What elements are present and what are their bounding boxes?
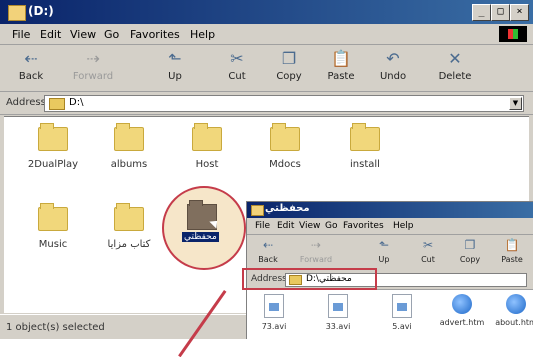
delete-x-icon: ✕ (448, 49, 462, 68)
inset-toolbar: ⇠ Back ⇢ Forward ⬑ Up ✂ Cut ❐ Copy 📋 Pas… (247, 235, 533, 272)
paste-icon: 📋 (504, 238, 520, 252)
chevron-down-icon[interactable]: ▼ (509, 97, 522, 110)
scissors-icon: ✂ (230, 49, 244, 68)
file-item[interactable]: about.htm (491, 294, 533, 327)
address-label: Address (6, 97, 46, 108)
up-button[interactable]: ⬑ Up (367, 237, 401, 267)
back-button[interactable]: ⇠ Back (251, 237, 285, 267)
menu-bar: File Edit View Go Favorites Help (0, 24, 533, 45)
folder-icon (251, 205, 264, 216)
drive-icon (8, 5, 26, 21)
close-button[interactable]: × (510, 4, 529, 21)
cut-button[interactable]: ✂ Cut (214, 49, 260, 87)
folder-icon (38, 203, 68, 231)
folder-icon (270, 123, 300, 151)
up-button[interactable]: ⬑ Up (152, 49, 198, 87)
menu-help[interactable]: Help (190, 28, 215, 41)
folder-item[interactable]: install (334, 123, 396, 170)
folder-icon (114, 123, 144, 151)
back-arrow-icon: ⇠ (24, 49, 38, 68)
forward-arrow-icon: ⇢ (310, 238, 322, 252)
maximize-button[interactable]: □ (491, 4, 510, 21)
file-item[interactable]: 5.avi (377, 294, 427, 331)
file-item[interactable]: 33.avi (313, 294, 363, 331)
menu-favorites[interactable]: Favorites (130, 28, 180, 41)
back-arrow-icon: ⇠ (262, 238, 274, 252)
video-file-icon (264, 294, 284, 318)
folder-icon (49, 98, 65, 110)
back-button[interactable]: ⇠ Back (8, 49, 54, 87)
dragged-folder-label: محفظتي (182, 232, 219, 242)
delete-button[interactable]: ✕ Delete (432, 49, 478, 87)
copy-icon: ❐ (281, 49, 297, 68)
folder-item[interactable]: 2DualPlay (22, 123, 84, 170)
address-bar: Address D:\ ▼ (0, 92, 533, 115)
drag-highlight-circle: محفظتي (162, 186, 246, 270)
paste-icon: 📋 (331, 49, 351, 68)
menu-edit[interactable]: Edit (40, 28, 61, 41)
menu-view[interactable]: View (70, 28, 96, 41)
status-text: 1 object(s) selected (6, 322, 105, 333)
copy-button[interactable]: ❐ Copy (266, 49, 312, 87)
inset-menu-bar: File Edit View Go Favorites Help (247, 218, 533, 235)
undo-icon: ↶ (386, 49, 400, 68)
folder-item[interactable]: albums (98, 123, 160, 170)
file-item[interactable]: 73.avi (249, 294, 299, 331)
up-folder-icon: ⬑ (378, 238, 390, 252)
paste-button[interactable]: 📋 Paste (318, 49, 364, 87)
up-folder-icon: ⬑ (168, 49, 182, 68)
menu-view[interactable]: View (299, 221, 320, 231)
address-input[interactable]: D:\ ▼ (44, 95, 524, 112)
title-bar: (D:) _ □ × (0, 0, 533, 24)
forward-button[interactable]: ⇢ Forward (70, 49, 116, 87)
video-file-icon (392, 294, 412, 318)
standard-toolbar: ⇠ Back ⇢ Forward ⬑ Up ✂ Cut ❐ Copy 📋 Pas… (0, 45, 533, 92)
file-item[interactable]: advert.htm (437, 294, 487, 327)
copy-button[interactable]: ❐ Copy (453, 237, 487, 267)
paste-button[interactable]: 📋 Paste (495, 237, 529, 267)
menu-go[interactable]: Go (104, 28, 119, 41)
forward-button[interactable]: ⇢ Forward (299, 237, 333, 267)
ie-document-icon (506, 294, 526, 314)
window-title: (D:) (28, 4, 54, 18)
folder-icon (192, 123, 222, 151)
menu-help[interactable]: Help (393, 221, 414, 231)
menu-file[interactable]: File (12, 28, 30, 41)
folder-icon (38, 123, 68, 151)
scissors-icon: ✂ (422, 238, 434, 252)
folder-icon (114, 203, 144, 231)
folder-item[interactable]: كتاب مزايا (98, 203, 160, 250)
folder-item[interactable]: Mdocs (254, 123, 316, 170)
menu-edit[interactable]: Edit (277, 221, 294, 231)
minimize-button[interactable]: _ (472, 4, 491, 21)
forward-arrow-icon: ⇢ (86, 49, 100, 68)
menu-file[interactable]: File (255, 221, 270, 231)
inset-window-title: محفظتي (265, 203, 310, 214)
address-highlight-box (242, 268, 377, 290)
undo-button[interactable]: ↶ Undo (370, 49, 416, 87)
folder-item[interactable]: Music (22, 203, 84, 250)
inset-title-bar: محفظتي (247, 202, 533, 218)
ie-document-icon (452, 294, 472, 314)
menu-go[interactable]: Go (325, 221, 337, 231)
cut-button[interactable]: ✂ Cut (411, 237, 445, 267)
windows-logo-icon (499, 26, 527, 42)
folder-item[interactable]: Host (176, 123, 238, 170)
address-value: D:\ (69, 97, 84, 108)
inset-file-view: 73.avi 33.avi 5.avi advert.htm about.htm (247, 290, 533, 339)
folder-icon (350, 123, 380, 151)
video-file-icon (328, 294, 348, 318)
copy-icon: ❐ (464, 238, 476, 252)
menu-favorites[interactable]: Favorites (343, 221, 384, 231)
